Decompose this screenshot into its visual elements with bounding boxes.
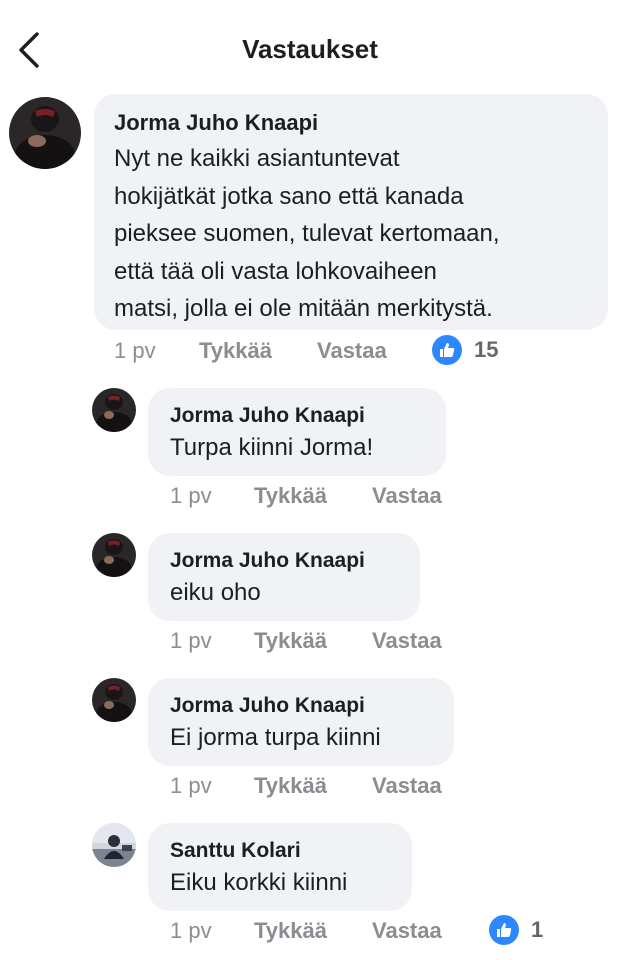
reaction-count-button[interactable]: 1 bbox=[489, 915, 543, 945]
reply-link[interactable]: Vastaa bbox=[372, 483, 442, 509]
comment-meta: 1 pv Tykkää Vastaa bbox=[170, 483, 470, 511]
comment-author[interactable]: Santtu Kolari bbox=[170, 839, 301, 863]
header: Vastaukset bbox=[0, 0, 620, 96]
avatar[interactable] bbox=[92, 823, 136, 867]
reaction-count: 1 bbox=[531, 917, 544, 942]
reply-bubble[interactable]: Jorma Juho Knaapi Ei jorma turpa kiinni bbox=[148, 678, 454, 766]
comment-text: Nyt ne kaikki asiantuntevat hokijätkät j… bbox=[114, 140, 500, 328]
timestamp: 1 pv bbox=[170, 918, 212, 943]
reply-link[interactable]: Vastaa bbox=[317, 338, 387, 364]
timestamp: 1 pv bbox=[114, 338, 156, 363]
timestamp: 1 pv bbox=[170, 483, 212, 508]
comment-text-line: että tää oli vasta lohkovaiheen bbox=[114, 257, 437, 285]
comment-text: Eiku korkki kiinni bbox=[170, 869, 348, 896]
comment-text: Ei jorma turpa kiinni bbox=[170, 724, 381, 751]
comment-text-line: hokijätkät jotka sano että kanada bbox=[114, 182, 464, 210]
reaction-count-button[interactable]: 15 bbox=[432, 335, 498, 365]
comment-meta: 1 pv Tykkää Vastaa bbox=[170, 628, 470, 656]
reply-link[interactable]: Vastaa bbox=[372, 773, 442, 799]
avatar[interactable] bbox=[92, 533, 136, 577]
comment-meta: 1 pv Tykkää Vastaa bbox=[170, 918, 470, 946]
comment-author[interactable]: Jorma Juho Knaapi bbox=[114, 110, 318, 136]
reaction-count: 15 bbox=[474, 337, 499, 362]
reply-link[interactable]: Vastaa bbox=[372, 918, 442, 944]
comment-text: eiku oho bbox=[170, 579, 261, 606]
timestamp: 1 pv bbox=[170, 773, 212, 798]
comment-meta: 1 pv Tykkää Vastaa bbox=[114, 338, 434, 366]
avatar[interactable] bbox=[92, 678, 136, 722]
reply-bubble[interactable]: Jorma Juho Knaapi Turpa kiinni Jorma! bbox=[148, 388, 446, 476]
comment-author[interactable]: Jorma Juho Knaapi bbox=[170, 549, 365, 573]
comment-text-line: Nyt ne kaikki asiantuntevat bbox=[114, 145, 400, 172]
avatar[interactable] bbox=[92, 388, 136, 432]
comment-author[interactable]: Jorma Juho Knaapi bbox=[170, 694, 365, 718]
reply-bubble[interactable]: Jorma Juho Knaapi eiku oho bbox=[148, 533, 420, 621]
comment-text: Turpa kiinni Jorma! bbox=[170, 434, 374, 461]
comment-bubble[interactable]: Jorma Juho Knaapi Nyt ne kaikki asiantun… bbox=[94, 94, 608, 330]
reply-link[interactable]: Vastaa bbox=[372, 628, 442, 654]
comment-author[interactable]: Jorma Juho Knaapi bbox=[170, 404, 365, 428]
like-link[interactable]: Tykkää bbox=[254, 773, 327, 799]
reply-bubble[interactable]: Santtu Kolari Eiku korkki kiinni bbox=[148, 823, 412, 911]
like-link[interactable]: Tykkää bbox=[199, 338, 272, 364]
like-link[interactable]: Tykkää bbox=[254, 918, 327, 944]
thumbs-up-icon bbox=[489, 915, 519, 945]
like-link[interactable]: Tykkää bbox=[254, 628, 327, 654]
thumbs-up-icon bbox=[432, 335, 462, 365]
comment-text-line: matsi, jolla ei ole mitään merkitystä. bbox=[114, 295, 493, 322]
page-title: Vastaukset bbox=[242, 34, 378, 64]
comment-text-line: pieksee suomen, tulevat kertomaan, bbox=[114, 220, 500, 247]
timestamp: 1 pv bbox=[170, 628, 212, 653]
comment-meta: 1 pv Tykkää Vastaa bbox=[170, 773, 470, 801]
like-link[interactable]: Tykkää bbox=[254, 483, 327, 509]
avatar[interactable] bbox=[9, 97, 81, 169]
